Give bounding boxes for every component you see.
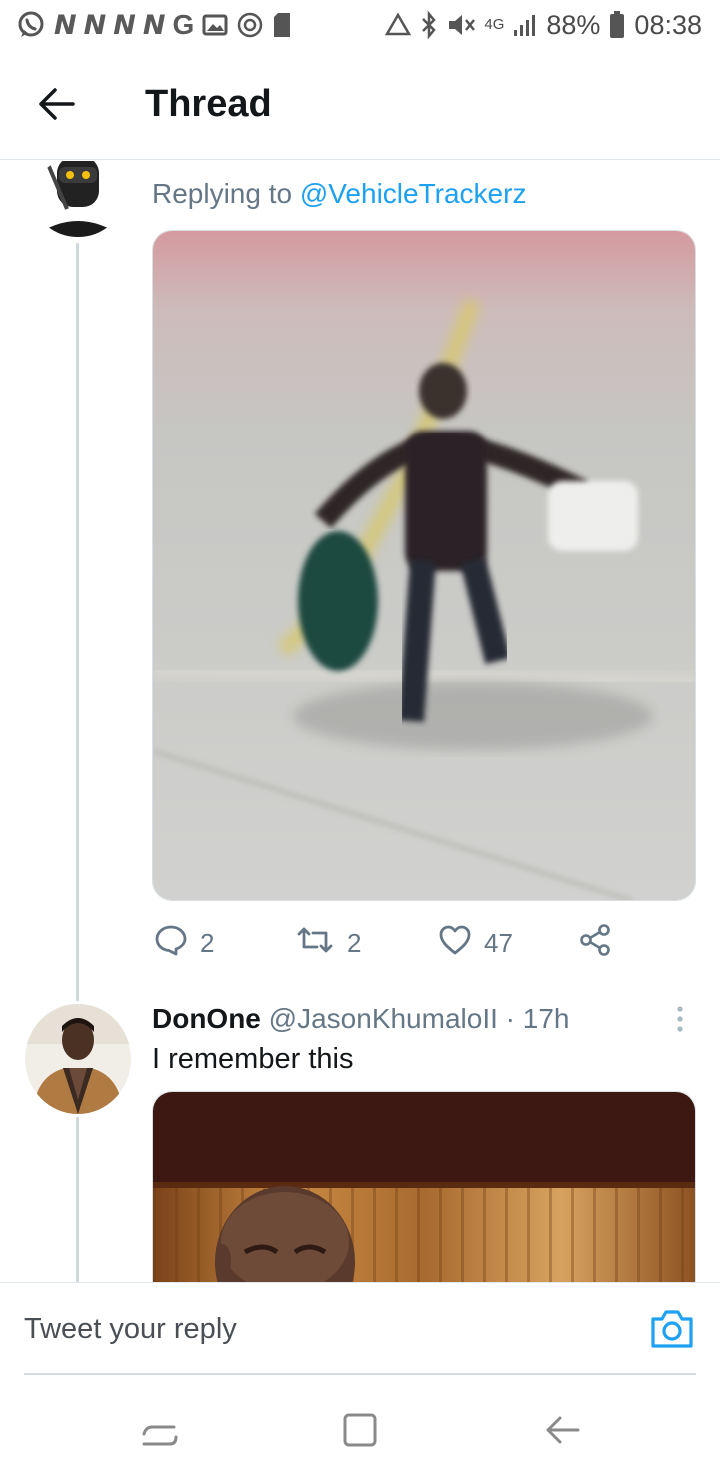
camera-button[interactable] — [649, 1307, 695, 1351]
back-button[interactable] — [30, 80, 82, 132]
thread-connector-line — [76, 243, 79, 1001]
tweet-image[interactable] — [152, 1091, 696, 1282]
bluetooth-icon — [420, 10, 438, 40]
recycle-icon — [384, 12, 412, 38]
retweet-button[interactable]: 2 — [295, 921, 361, 965]
thread-connector-line — [76, 1117, 79, 1282]
replying-to: Replying to @VehicleTrackerz — [152, 178, 526, 210]
home-icon — [340, 1413, 380, 1454]
mention-link[interactable]: @VehicleTrackerz — [300, 178, 527, 209]
image-icon — [202, 13, 228, 37]
mute-icon — [446, 11, 476, 39]
like-button[interactable]: 47 — [438, 921, 513, 965]
display-name[interactable]: DonOne — [152, 1003, 261, 1034]
retweet-count: 2 — [347, 927, 362, 958]
tweet-time[interactable]: 17h — [523, 1003, 570, 1034]
back-icon — [542, 1416, 582, 1454]
tweet-header: DonOne @JasonKhumaloII · 17h — [152, 1003, 570, 1035]
battery-icon — [608, 10, 626, 40]
recent-apps-icon — [140, 1425, 180, 1454]
notification-n-icon: N — [113, 9, 136, 41]
share-icon — [578, 923, 612, 964]
user-handle[interactable]: @JasonKhumaloII — [269, 1003, 498, 1034]
target-icon — [236, 11, 264, 39]
notification-n-icon: N — [83, 9, 107, 41]
network-type-label: 4G — [484, 16, 505, 33]
more-options-button[interactable] — [660, 1001, 700, 1041]
tweet-actions: 2 2 47 — [152, 921, 622, 965]
home-button[interactable] — [340, 1410, 380, 1450]
tweet-image[interactable] — [152, 230, 696, 901]
clock: 08:38 — [634, 9, 702, 40]
share-button[interactable] — [578, 921, 612, 965]
retweet-icon — [295, 925, 335, 962]
whatsapp-icon — [16, 10, 46, 40]
replying-to-prefix: Replying to — [152, 178, 293, 209]
system-nav-bar — [0, 1376, 720, 1480]
status-bar-left: N N N N G — [16, 9, 292, 41]
page-title: Thread — [145, 83, 272, 125]
system-back-button[interactable] — [542, 1410, 582, 1450]
arrow-left-icon — [37, 87, 75, 126]
comment-icon — [154, 924, 188, 963]
status-bar: N N N N G 4G 88% 08:38 — [0, 0, 720, 50]
heart-icon — [438, 924, 472, 963]
tweet-text: I remember this — [152, 1043, 354, 1075]
status-bar-right: 4G 88% 08:38 — [384, 10, 702, 41]
more-vertical-icon — [675, 1004, 685, 1039]
like-count: 47 — [484, 927, 513, 958]
battery-percent: 88% — [546, 9, 601, 40]
recent-apps-button[interactable] — [140, 1410, 180, 1450]
separator-dot: · — [505, 1003, 515, 1034]
reply-composer — [0, 1282, 720, 1375]
reply-count: 2 — [200, 927, 215, 958]
notification-n-icon: N — [54, 9, 77, 41]
camera-icon — [649, 1310, 695, 1355]
notification-n-icon: N — [142, 9, 166, 41]
app-header: Thread — [0, 50, 720, 160]
avatar[interactable] — [33, 161, 123, 237]
divider — [24, 1373, 696, 1375]
signal-icon — [512, 12, 538, 38]
avatar[interactable] — [25, 1004, 131, 1114]
thread-content[interactable]: Replying to @VehicleTrackerz 2 2 47 DonO… — [0, 161, 720, 1282]
sd-card-icon — [272, 11, 292, 39]
reply-input[interactable] — [24, 1301, 624, 1357]
reply-button[interactable]: 2 — [154, 921, 214, 965]
notification-g-icon: G — [172, 9, 195, 40]
